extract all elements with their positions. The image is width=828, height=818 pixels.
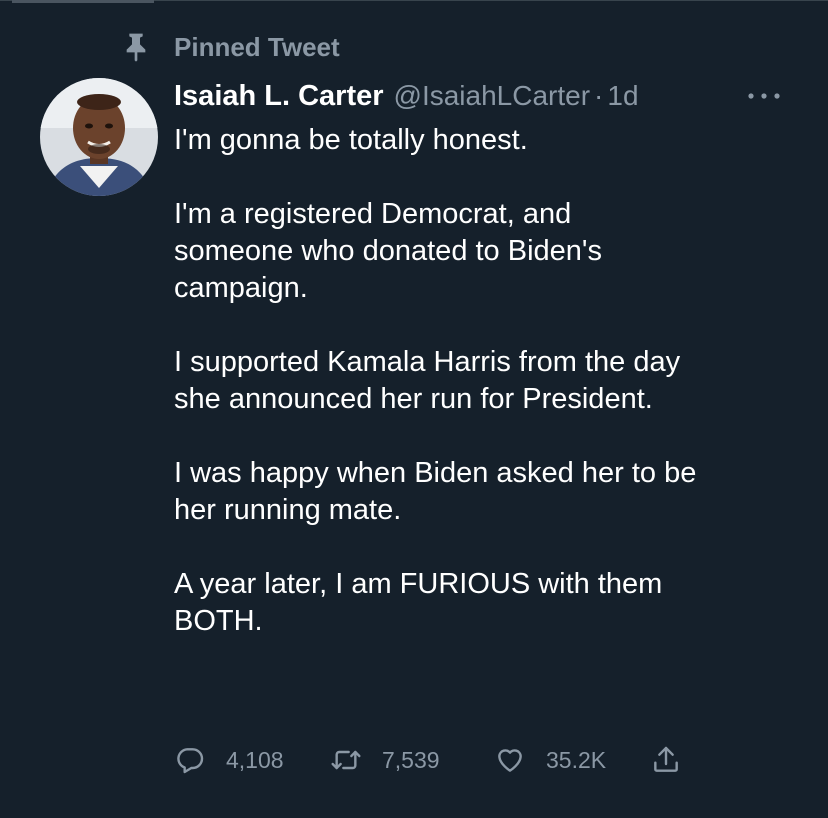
reply-count: 4,108 (226, 746, 284, 773)
pinned-label: Pinned Tweet (174, 31, 340, 62)
avatar[interactable] (40, 78, 158, 196)
separator-dot: · (594, 80, 604, 111)
like-button[interactable]: 35.2K (494, 740, 606, 780)
more-options-button[interactable] (742, 82, 786, 110)
tweet-header: Isaiah L. Carter @IsaiahLCarter · 1d (174, 76, 794, 116)
more-horizontal-icon (748, 93, 780, 99)
author-handle[interactable]: @IsaiahLCarter (394, 80, 591, 112)
tweet-paragraph: A year later, I am FURIOUS with them BOT… (174, 568, 663, 637)
share-icon (654, 746, 678, 772)
tweet-paragraph: I'm a registered Democrat, and someone w… (174, 198, 602, 304)
like-count: 35.2K (546, 746, 607, 773)
tweet-actions: 4,108 7,539 35.2K (174, 740, 734, 780)
pinned-indicator: Pinned Tweet (120, 30, 340, 64)
tweet-paragraph: I'm gonna be totally honest. (174, 124, 528, 156)
reply-icon (177, 748, 204, 774)
author-name[interactable]: Isaiah L. Carter (174, 80, 384, 113)
tweet-text: I'm gonna be totally honest. I'm a regis… (174, 122, 804, 640)
reply-button[interactable]: 4,108 (174, 740, 284, 780)
retweet-icon (331, 750, 361, 770)
retweet-count: 7,539 (382, 746, 440, 773)
tweet-paragraph: I was happy when Biden asked her to be h… (174, 457, 697, 526)
timestamp[interactable]: 1d (607, 80, 638, 112)
tweet-paragraph: I supported Kamala Harris from the day s… (174, 346, 681, 415)
heart-icon (498, 749, 522, 772)
retweet-button[interactable]: 7,539 (330, 740, 440, 780)
pin-icon (120, 31, 152, 63)
tab-indicator (12, 0, 154, 3)
share-button[interactable] (650, 740, 682, 780)
